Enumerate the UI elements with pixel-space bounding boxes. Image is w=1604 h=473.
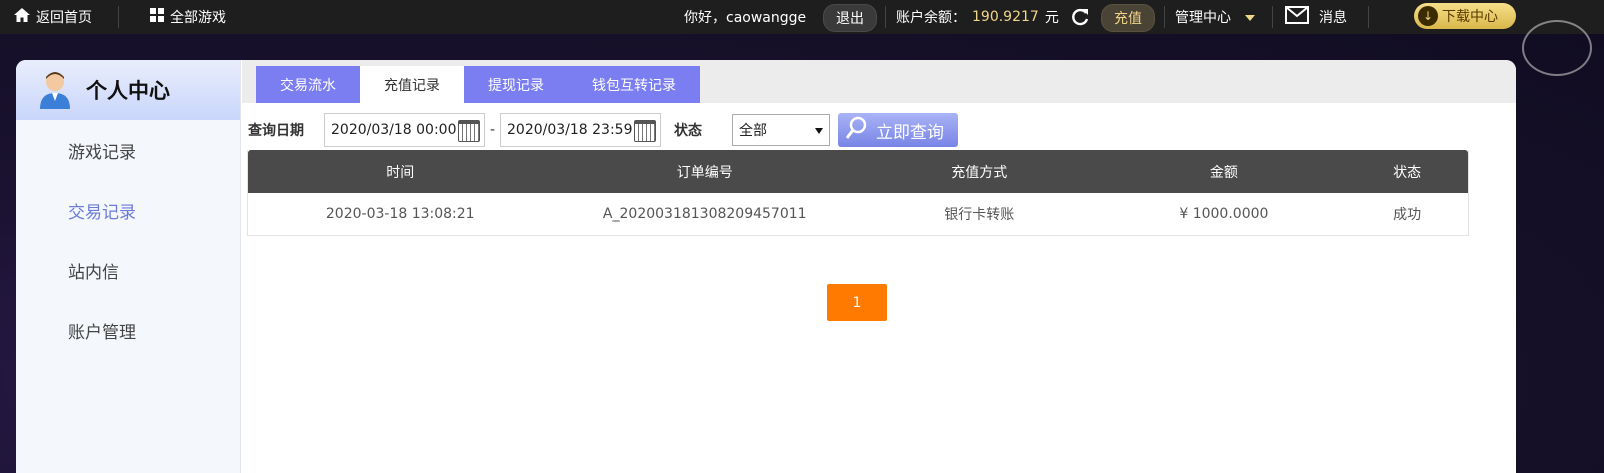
start-date-value: 2020/03/18 00:00 xyxy=(331,122,457,138)
greeting: 你好，caowangge xyxy=(684,10,807,26)
logout-button[interactable]: 退出 xyxy=(823,4,877,32)
sidebar-item-transaction-records[interactable]: 交易记录 xyxy=(16,180,240,240)
end-date-input[interactable]: 2020/03/18 23:59 xyxy=(500,113,661,147)
cell-status: 成功 xyxy=(1393,207,1422,223)
cell-time: 2020-03-18 13:08:21 xyxy=(325,206,475,222)
home-label: 返回首页 xyxy=(36,10,92,26)
divider xyxy=(118,6,119,28)
sidebar-item-inbox[interactable]: 站内信 xyxy=(16,240,240,300)
download-icon: ↓ xyxy=(1418,6,1438,26)
cell-amount: ¥ 1000.0000 xyxy=(1179,206,1269,222)
cell-method: 银行卡转账 xyxy=(944,207,1015,223)
top-bar: 返回首页 全部游戏 你好，caowangge 退出 账户余额： 190.9217… xyxy=(0,0,1604,34)
query-button-label: 立即查询 xyxy=(876,122,944,143)
balance-unit: 元 xyxy=(1044,10,1059,26)
user-avatar-icon xyxy=(38,71,72,109)
sidebar: 个人中心 游戏记录 交易记录 站内信 账户管理 xyxy=(16,60,241,473)
balance-label: 账户余额： xyxy=(896,10,966,26)
status-select[interactable]: 全部 xyxy=(732,114,830,146)
dropdown-arrow-icon xyxy=(815,122,823,138)
divider xyxy=(1164,6,1165,28)
header-method: 充值方式 xyxy=(951,164,1008,181)
mail-icon xyxy=(1285,6,1309,28)
tab-recharge-records[interactable]: 充值记录 xyxy=(360,66,464,103)
records-table: 时间 订单编号 充值方式 金额 状态 2020-03-18 13:08:21 A… xyxy=(247,150,1469,236)
sidebar-title: 个人中心 xyxy=(86,79,170,103)
cell-order-no: A_202003181308209457011 xyxy=(602,206,807,222)
date-separator: - xyxy=(490,122,496,138)
search-icon xyxy=(845,116,868,145)
tab-bar: 交易流水 充值记录 提现记录 钱包互转记录 xyxy=(242,60,1516,103)
start-date-input[interactable]: 2020/03/18 00:00 xyxy=(324,113,485,147)
home-link[interactable]: 返回首页 xyxy=(14,0,92,34)
sidebar-item-game-records[interactable]: 游戏记录 xyxy=(16,120,240,180)
tab-withdraw-records[interactable]: 提现记录 xyxy=(464,66,568,103)
header-amount: 金额 xyxy=(1209,164,1238,181)
table-header: 时间 订单编号 充值方式 金额 状态 xyxy=(248,150,1468,193)
home-icon xyxy=(14,8,30,26)
divider xyxy=(885,6,886,28)
header-order-no: 订单编号 xyxy=(676,164,733,181)
manage-center-label: 管理中心 xyxy=(1175,10,1231,26)
divider xyxy=(1272,6,1273,28)
header-status: 状态 xyxy=(1393,164,1422,181)
table-row: 2020-03-18 13:08:21 A_202003181308209457… xyxy=(248,193,1468,235)
all-games-label: 全部游戏 xyxy=(170,10,226,26)
header-time: 时间 xyxy=(386,164,415,181)
refresh-icon[interactable] xyxy=(1070,7,1090,31)
tab-transaction-flow[interactable]: 交易流水 xyxy=(256,66,360,103)
watermark-stamp xyxy=(1522,20,1592,76)
recharge-button[interactable]: 充值 xyxy=(1101,4,1155,32)
date-label: 查询日期 xyxy=(248,123,304,139)
all-games-link[interactable]: 全部游戏 xyxy=(150,0,226,34)
end-date-value: 2020/03/18 23:59 xyxy=(507,122,633,138)
filter-bar: 查询日期 2020/03/18 00:00 - 2020/03/18 23:59… xyxy=(242,112,1516,148)
sidebar-header: 个人中心 xyxy=(16,60,240,120)
messages-label: 消息 xyxy=(1319,10,1347,26)
caret-down-icon xyxy=(1245,9,1255,25)
page-button-current[interactable]: 1 xyxy=(827,284,887,321)
content-area: 交易流水 充值记录 提现记录 钱包互转记录 查询日期 2020/03/18 00… xyxy=(242,60,1516,473)
tab-wallet-transfer-records[interactable]: 钱包互转记录 xyxy=(568,66,700,103)
status-label: 状态 xyxy=(674,123,702,139)
download-label: 下载中心 xyxy=(1442,9,1498,25)
status-select-value: 全部 xyxy=(739,123,767,139)
balance-value: 190.9217 xyxy=(972,9,1039,25)
grid-icon xyxy=(150,8,164,26)
calendar-icon[interactable] xyxy=(634,120,656,142)
main-panel: 个人中心 游戏记录 交易记录 站内信 账户管理 交易流水 充值记录 提现记录 钱… xyxy=(16,60,1516,473)
manage-center-menu[interactable]: 管理中心 xyxy=(1175,0,1255,34)
calendar-icon[interactable] xyxy=(458,120,480,142)
messages-link[interactable]: 消息 xyxy=(1285,0,1347,34)
balance: 账户余额： 190.9217 元 xyxy=(896,0,1059,34)
sidebar-item-account-management[interactable]: 账户管理 xyxy=(16,300,240,360)
query-button[interactable]: 立即查询 xyxy=(838,113,958,147)
divider xyxy=(1368,6,1369,28)
download-center-button[interactable]: ↓ 下载中心 xyxy=(1414,3,1516,29)
